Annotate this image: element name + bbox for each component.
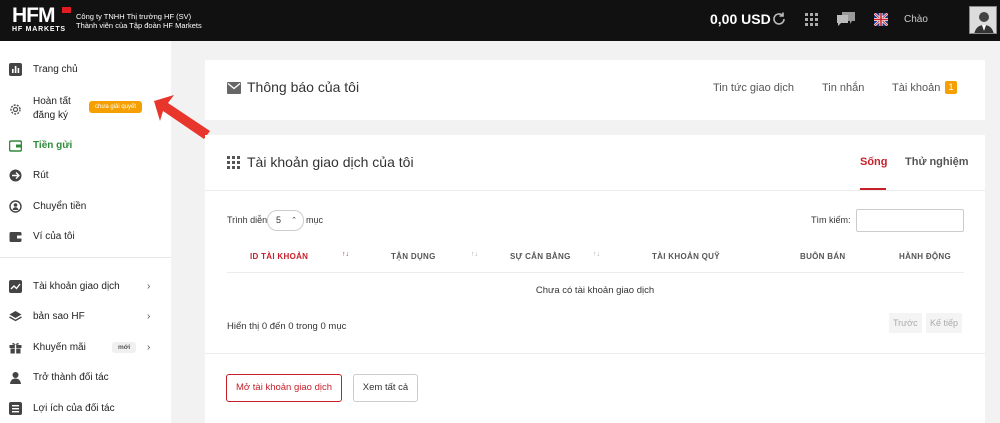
sidebar-item-label: Khuyến mãi <box>33 341 86 353</box>
sidebar-item-label: Tiền gửi <box>33 139 73 151</box>
sidebar-item-label: Trở thành đối tác <box>33 371 109 383</box>
sidebar-divider <box>0 257 171 258</box>
account-count-badge: 1 <box>945 81 957 94</box>
notifications-card: Thông báo của tôi Tin tức giao dịch Tin … <box>205 60 985 120</box>
empty-table-message: Chưa có tài khoản giao dịch <box>535 285 655 296</box>
company-line-2: Thành viên của Tập đoàn HF Markets <box>76 21 202 30</box>
sidebar-item-label: Ví của tôi <box>33 230 75 242</box>
tab-messages[interactable]: Tin nhắn <box>822 82 864 94</box>
sidebar-item-label: bản sao HF <box>33 310 85 322</box>
sidebar-item-partner-benefits[interactable]: Lợi ích của đối tác <box>0 394 171 422</box>
apps-grid-icon <box>227 156 240 169</box>
bar-chart-icon <box>9 62 22 76</box>
sidebar-item-transfer[interactable]: Chuyển tiền <box>0 192 171 220</box>
new-badge: mới <box>112 341 137 353</box>
wallet-deposit-icon <box>9 139 22 152</box>
trend-icon <box>9 279 22 293</box>
open-trading-account-button[interactable]: Mở tài khoản giao dịch <box>226 374 342 402</box>
sidebar-item-home[interactable]: Trang chủ <box>0 55 171 83</box>
mail-icon <box>227 82 241 94</box>
notifications-title: Thông báo của tôi <box>247 79 360 95</box>
company-line-1: Công ty TNHH Thị trường HF (SV) <box>76 12 192 21</box>
apps-grid-icon[interactable] <box>805 13 818 26</box>
table-header-divider <box>227 272 964 273</box>
gear-icon <box>10 103 21 115</box>
list-icon <box>9 401 22 415</box>
logo-subtitle: HF MARKETS <box>12 26 66 33</box>
column-header-account-id[interactable]: ID TÀI KHOẢN <box>250 252 308 261</box>
pending-badge: chưa giải quyết <box>89 101 143 113</box>
sidebar-item-label: Hoàn tất đăng ký <box>33 95 71 123</box>
entries-value: 5 <box>276 215 282 225</box>
trading-accounts-title: Tài khoản giao dịch của tôi <box>247 154 414 170</box>
chevron-right-icon: › <box>147 310 151 322</box>
uk-flag-icon[interactable] <box>874 13 888 26</box>
sidebar-item-hf-copy[interactable]: bản sao HF › <box>0 302 171 330</box>
logo-red-accent <box>62 7 71 13</box>
column-header-actions: HÀNH ĐỘNG <box>899 252 952 261</box>
greeting-text[interactable]: Chào <box>904 14 928 25</box>
balance-display: 0,00 USD <box>710 11 771 27</box>
sidebar-item-deposit[interactable]: Tiền gửi <box>0 131 171 159</box>
search-label: Tìm kiếm: <box>811 215 851 225</box>
card-divider <box>205 190 985 191</box>
chevron-right-icon: › <box>147 280 151 292</box>
tab-account[interactable]: Tài khoản <box>892 82 940 94</box>
sidebar-item-label: Lợi ích của đối tác <box>33 402 115 414</box>
gift-icon <box>9 342 22 353</box>
sort-icon[interactable]: ↑↓ <box>471 251 478 258</box>
chat-icon[interactable] <box>836 11 856 28</box>
next-page-button[interactable]: Kế tiếp <box>926 313 963 333</box>
avatar[interactable] <box>969 6 997 34</box>
hfm-logo[interactable]: HFM HF MARKETS <box>12 5 71 34</box>
search-input[interactable] <box>856 209 964 232</box>
sidebar-item-label: Tài khoản giao dịch <box>33 280 120 292</box>
column-header-leverage[interactable]: TẬN DỤNG <box>391 252 436 261</box>
chevron-right-icon: › <box>147 341 151 353</box>
entries-select[interactable]: 5 ⌃ <box>267 210 304 231</box>
column-header-balance[interactable]: SỰ CÂN BẰNG <box>510 252 571 261</box>
sort-icon[interactable]: ↑↓ <box>342 251 349 258</box>
sidebar-item-trading-accounts[interactable]: Tài khoản giao dịch › <box>0 272 171 300</box>
tab-trading-news[interactable]: Tin tức giao dịch <box>713 82 794 94</box>
sort-icon[interactable]: ↑↓ <box>593 251 600 258</box>
person-icon <box>10 371 21 384</box>
view-all-button[interactable]: Xem tất cả <box>353 374 418 402</box>
sidebar-item-label: Chuyển tiền <box>33 200 87 212</box>
prev-page-button[interactable]: Trước <box>889 313 922 333</box>
layers-icon <box>9 310 22 321</box>
table-info: Hiển thị 0 đến 0 trong 0 mục <box>227 321 347 332</box>
column-header-trading: BUÔN BÁN <box>800 252 846 261</box>
wallet-icon <box>9 231 22 242</box>
select-caret-icon: ⌃ <box>291 217 297 224</box>
tab-live[interactable]: Sống <box>860 156 888 168</box>
company-info: Công ty TNHH Thị trường HF (SV) Thành vi… <box>76 12 202 30</box>
top-bar: HFM HF MARKETS Công ty TNHH Thị trường H… <box>0 0 1000 41</box>
sidebar-item-label: Rút <box>33 169 49 181</box>
column-header-fund-account: TÀI KHOẢN QUỸ <box>652 252 720 261</box>
sidebar-item-label-line1: Hoàn tất <box>33 96 71 107</box>
card-divider <box>205 353 985 354</box>
tab-demo[interactable]: Thử nghiệm <box>905 156 969 168</box>
sidebar-item-become-partner[interactable]: Trở thành đối tác <box>0 363 171 391</box>
show-entries-label: Trình diễn <box>227 215 268 225</box>
sidebar-item-label-line2: đăng ký <box>33 110 69 121</box>
sidebar-item-withdraw[interactable]: Rút <box>0 161 171 189</box>
transfer-icon <box>9 199 22 213</box>
refresh-icon[interactable] <box>771 11 787 27</box>
trading-accounts-card: Tài khoản giao dịch của tôi Sống Thử ngh… <box>205 135 985 423</box>
withdraw-icon <box>9 169 22 181</box>
sidebar-item-complete-registration[interactable]: Hoàn tất đăng ký <box>0 91 171 127</box>
sidebar-item-label: Trang chủ <box>33 63 78 75</box>
entries-suffix: mục <box>306 215 324 225</box>
sidebar: Trang chủ Hoàn tất đăng ký chưa giải quy… <box>0 41 171 423</box>
sidebar-item-promotions[interactable]: Khuyến mãi mới › <box>0 333 171 361</box>
sidebar-item-my-wallet[interactable]: Ví của tôi <box>0 222 171 250</box>
